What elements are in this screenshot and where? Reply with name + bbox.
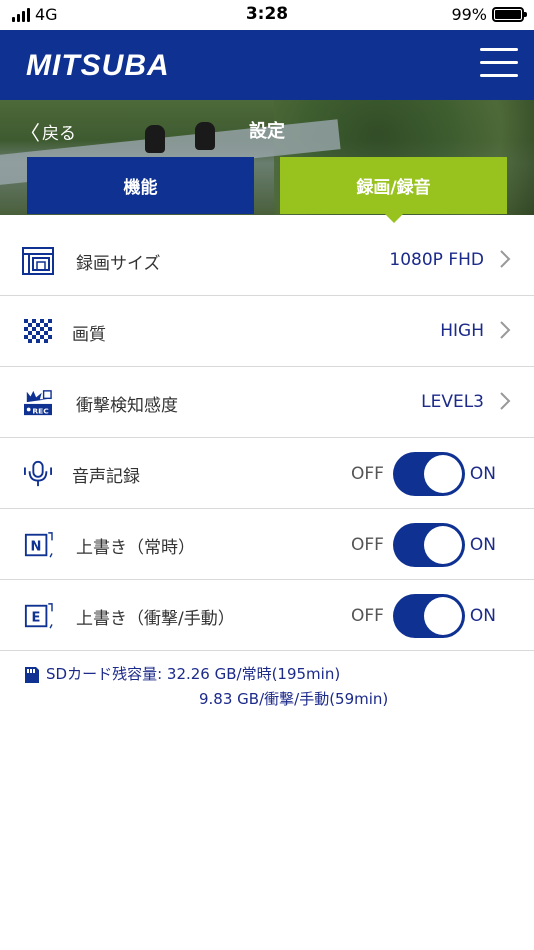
settings-list: 録画サイズ 1080P FHD 画質 HIGH REC 衝撃検知感度 LEVEL… bbox=[0, 225, 534, 651]
toggle-on-label: ON bbox=[469, 464, 496, 484]
toggle-off-label: OFF bbox=[350, 464, 384, 484]
shock-rec-icon: REC bbox=[24, 390, 52, 415]
chevron-right-icon bbox=[500, 250, 511, 268]
toggle-off-label: OFF bbox=[350, 535, 384, 555]
battery-percent: 99% bbox=[451, 5, 487, 24]
sd-card-icon bbox=[25, 666, 39, 683]
tab-function[interactable]: 機能 bbox=[27, 157, 254, 214]
setting-audio-record: 音声記録 OFF ON bbox=[0, 438, 534, 509]
hamburger-menu-icon[interactable] bbox=[480, 48, 520, 80]
setting-label: 画質 bbox=[72, 325, 106, 345]
sd-card-line: SDカード残容量: 32.26 GB/常時(195min) bbox=[24, 662, 388, 687]
setting-quality[interactable]: 画質 HIGH bbox=[0, 296, 534, 367]
toggle-on-label: ON bbox=[469, 606, 496, 626]
setting-value: 1080P FHD bbox=[389, 250, 484, 270]
chevron-right-icon bbox=[500, 392, 511, 410]
battery-icon bbox=[492, 7, 527, 22]
tab-recording[interactable]: 録画/録音 bbox=[280, 157, 507, 223]
app-header: MITSUBA bbox=[0, 30, 534, 100]
checkerboard-icon bbox=[24, 319, 52, 343]
sd-remaining-event: 9.83 GB/衝撃/手動(59min) bbox=[199, 690, 389, 708]
status-right: 99% bbox=[451, 5, 527, 24]
microphone-icon bbox=[24, 460, 52, 487]
svg-text:E: E bbox=[31, 611, 40, 626]
toggle-on-label: ON bbox=[469, 535, 496, 555]
overwrite-event-toggle[interactable] bbox=[392, 594, 465, 638]
setting-label: 音声記録 bbox=[72, 467, 140, 487]
toggle-group: OFF ON bbox=[351, 452, 496, 496]
svg-text:REC: REC bbox=[32, 406, 48, 415]
setting-overwrite-event: E 上書き（衝撃/手動） OFF ON bbox=[0, 580, 534, 651]
setting-value: HIGH bbox=[440, 321, 484, 341]
setting-value: LEVEL3 bbox=[421, 392, 484, 412]
setting-label: 衝撃検知感度 bbox=[76, 396, 178, 416]
toggle-off-label: OFF bbox=[350, 606, 384, 626]
setting-label: 上書き（常時） bbox=[76, 538, 195, 558]
setting-record-size[interactable]: 録画サイズ 1080P FHD bbox=[0, 225, 534, 296]
brand-logo: MITSUBA bbox=[26, 49, 170, 82]
overwrite-n-icon: N bbox=[24, 532, 53, 558]
chevron-right-icon bbox=[500, 321, 511, 339]
frame-size-icon bbox=[22, 247, 54, 275]
setting-label: 上書き（衝撃/手動） bbox=[76, 609, 235, 629]
sd-card-info: SDカード残容量: 32.26 GB/常時(195min) 9.83 GB/衝撃… bbox=[24, 662, 388, 712]
svg-text:N: N bbox=[31, 540, 42, 555]
audio-record-toggle[interactable] bbox=[392, 452, 465, 496]
setting-label: 録画サイズ bbox=[76, 254, 161, 274]
page-title: 設定 bbox=[249, 121, 285, 142]
overwrite-normal-toggle[interactable] bbox=[392, 523, 465, 567]
status-bar: 4G 3:28 99% bbox=[0, 0, 534, 30]
setting-shock-sensitivity[interactable]: REC 衝撃検知感度 LEVEL3 bbox=[0, 367, 534, 438]
toggle-group: OFF ON bbox=[351, 594, 496, 638]
overwrite-e-icon: E bbox=[24, 603, 53, 629]
toggle-group: OFF ON bbox=[351, 523, 496, 567]
setting-overwrite-normal: N 上書き（常時） OFF ON bbox=[0, 509, 534, 580]
sd-remaining-normal: SDカード残容量: 32.26 GB/常時(195min) bbox=[46, 665, 341, 683]
